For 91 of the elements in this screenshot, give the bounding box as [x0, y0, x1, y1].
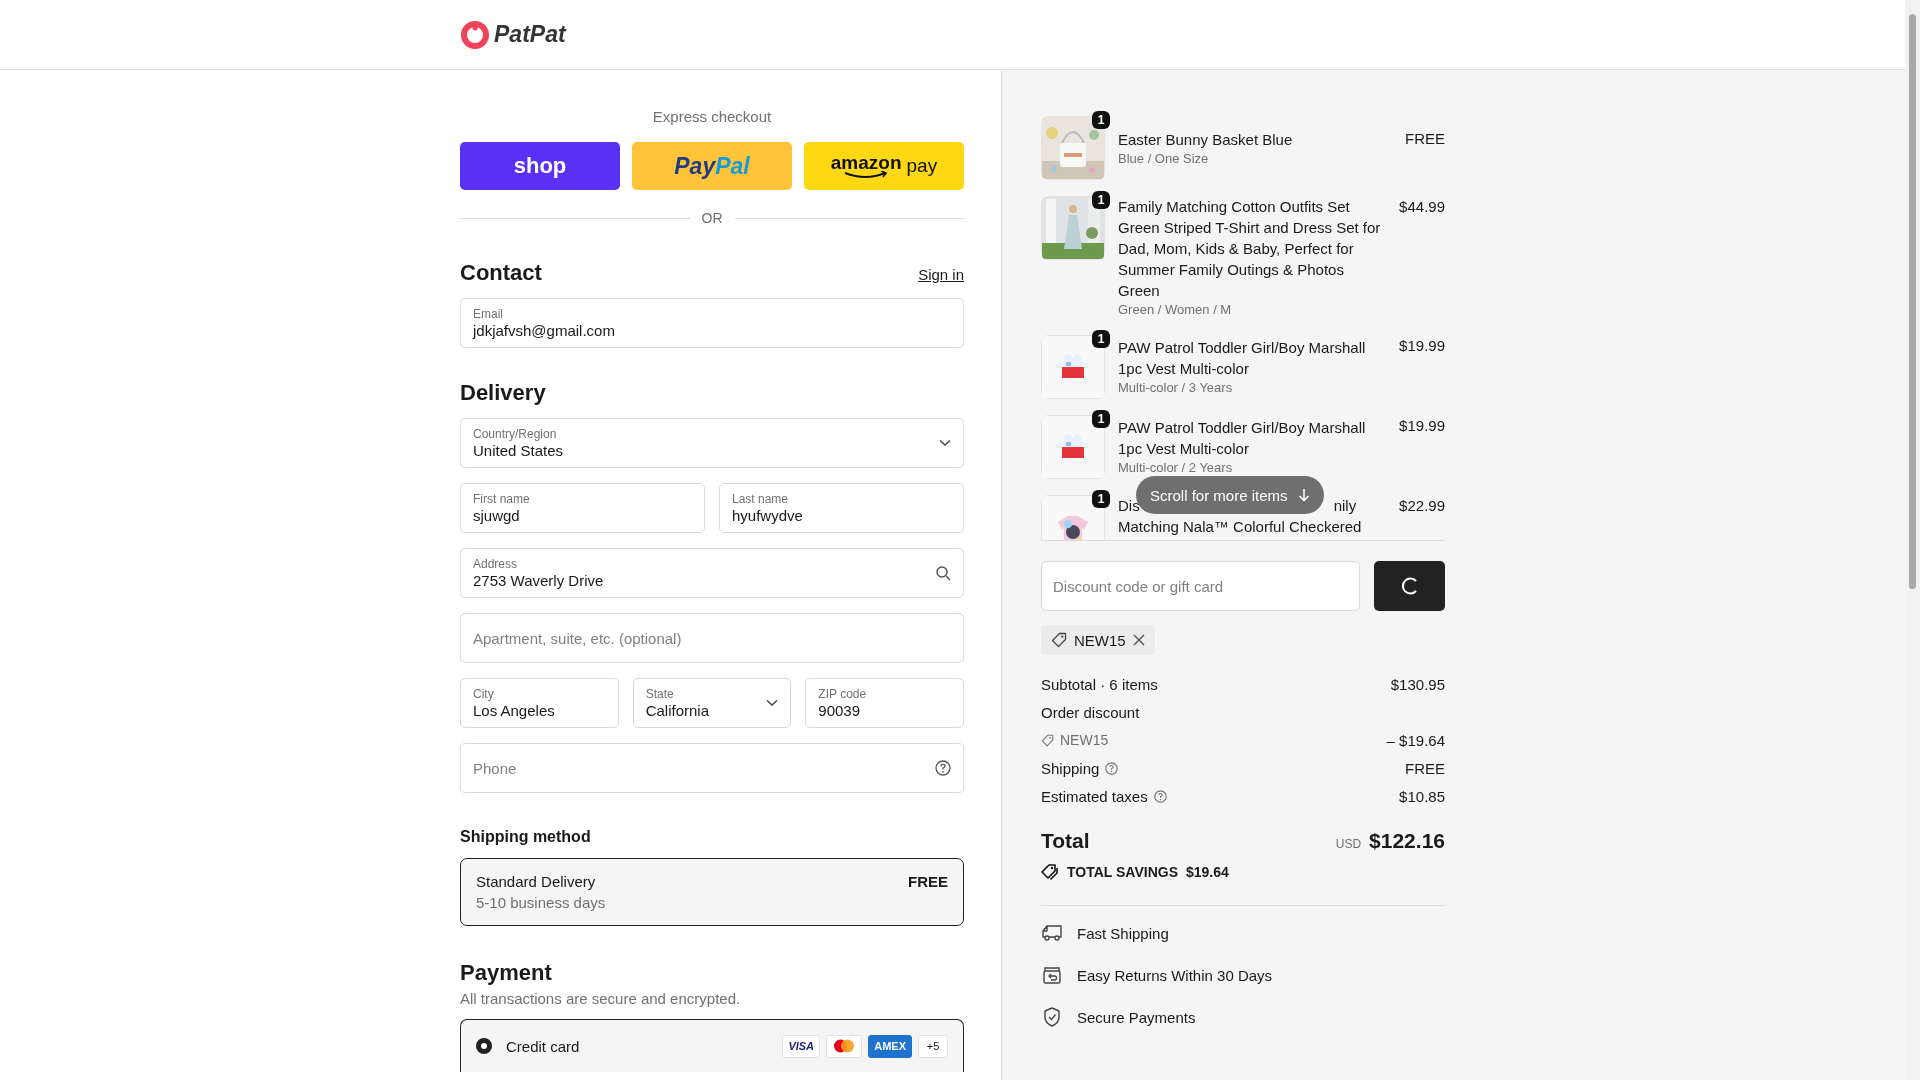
- arrow-icon: [843, 171, 890, 179]
- product-price: $44.99: [1398, 197, 1445, 217]
- product-variant: Multi-color / 3 Years: [1118, 379, 1234, 397]
- select-field[interactable]: Country/Region United States: [460, 418, 964, 468]
- quantity-badge: 1: [1092, 111, 1110, 129]
- section-title: Payment: [460, 960, 553, 986]
- feature-label: Fast Shipping: [1077, 924, 1169, 942]
- input-field[interactable]: Last name hyufwydve: [719, 483, 964, 533]
- summary-value: – $19.64: [1386, 731, 1445, 749]
- tag-icon: [1051, 632, 1067, 648]
- logo-text[interactable]: PatPat: [494, 21, 566, 48]
- shipping-price: FREE: [908, 873, 948, 890]
- quantity-badge: 1: [1092, 191, 1110, 209]
- express-checkout-title: Express checkout: [651, 108, 773, 125]
- input-field[interactable]: City Los Angeles: [460, 678, 619, 728]
- product-title: Family Matching Cotton Outfits Set Green Striped T-Shirt and Dress Set for Dad, Mom, Kids & Baby, Perfect for Summer Family Outings & Photos Green: [1118, 197, 1382, 301]
- help-icon: [1105, 761, 1119, 775]
- savings-label: TOTAL SAVINGS: [1067, 864, 1178, 880]
- quantity-badge: 1: [1092, 490, 1110, 508]
- input-field[interactable]: Address 2753 Waverly Drive: [460, 548, 964, 598]
- logo-icon: [460, 19, 490, 50]
- discount-code: NEW15: [1074, 631, 1126, 649]
- product-price: $22.99: [1398, 496, 1445, 516]
- summary-label: Estimated taxes: [1041, 787, 1148, 805]
- amazon-pay-button[interactable]: amazon pay: [804, 142, 964, 190]
- product-title: Matching Nala™ Colorful Checkered: [1118, 517, 1363, 537]
- summary-value: $130.95: [1390, 675, 1445, 693]
- arrow-down-icon: [1297, 488, 1310, 502]
- savings-amount: $19.64: [1186, 864, 1229, 880]
- select-field[interactable]: State California: [632, 678, 792, 728]
- quantity-badge: 1: [1092, 330, 1110, 348]
- sign-in-link[interactable]: Sign in: [918, 266, 964, 283]
- summary-value: FREE: [1405, 759, 1445, 777]
- or-separator: OR: [701, 210, 723, 226]
- shipping-option[interactable]: Standard Delivery 5-10 business days FREE: [460, 858, 964, 926]
- chevron-down-icon: [766, 699, 779, 707]
- amex-logo: AMEX: [868, 1034, 912, 1058]
- truck-icon: [1041, 924, 1063, 942]
- product-title: Easter Bunny Basket Blue: [1118, 129, 1294, 150]
- total-amount: $122.16: [1369, 829, 1445, 853]
- input-field[interactable]: First name sjuwgd: [460, 483, 705, 533]
- shipping-detail: 5-10 business days: [476, 894, 606, 911]
- chevron-down-icon: [939, 439, 951, 447]
- visa-logo: VISA: [782, 1034, 821, 1058]
- product-variant: Blue / One Size: [1118, 149, 1210, 168]
- payment-option[interactable]: Credit card VISA AMEX +5: [460, 1019, 964, 1072]
- product-price: $19.99: [1398, 416, 1445, 436]
- summary-label: Order discount: [1041, 703, 1140, 721]
- more-cards-badge: +5: [918, 1034, 948, 1058]
- input-field[interactable]: Phone: [460, 743, 964, 793]
- apply-button[interactable]: [1374, 561, 1445, 611]
- shop-pay-button[interactable]: shop: [460, 142, 620, 190]
- return-box-icon: [1041, 966, 1063, 984]
- close-icon[interactable]: [1132, 634, 1145, 646]
- product-title: PAW Patrol Toddler Girl/Boy Marshall 1pc Vest Multi-color: [1118, 338, 1367, 379]
- feature-label: Secure Payments: [1077, 1008, 1196, 1026]
- section-title: Delivery: [460, 380, 547, 406]
- paypal-button[interactable]: PayPal: [632, 142, 792, 190]
- search-icon: [935, 565, 951, 581]
- currency-code: USD: [1335, 837, 1362, 851]
- payment-subtitle: All transactions are secure and encrypted.: [460, 990, 742, 1007]
- product-title: nily: [1333, 496, 1357, 516]
- tags-icon: [1041, 863, 1059, 881]
- discount-code: NEW15: [1060, 732, 1109, 748]
- discount-code-field[interactable]: Discount code or gift card: [1041, 561, 1360, 611]
- card-logo: [826, 1034, 863, 1058]
- feature-label: Easy Returns Within 30 Days: [1077, 966, 1273, 984]
- product-variant: Multi-color / 2 Years: [1118, 459, 1234, 477]
- total-label: Total: [1041, 829, 1090, 853]
- shipping-name: Standard Delivery: [476, 873, 597, 890]
- product-price: FREE: [1404, 129, 1445, 149]
- product-variant: Green / Women / M: [1118, 301, 1233, 319]
- product-price: $19.99: [1398, 336, 1445, 356]
- input-field[interactable]: ZIP code 90039: [805, 678, 964, 728]
- section-title: Shipping method: [460, 828, 592, 846]
- help-icon: [1153, 789, 1167, 803]
- radio-button[interactable]: [476, 1038, 492, 1054]
- shield-check-icon: [1041, 1007, 1063, 1027]
- input-field[interactable]: Apartment, suite, etc. (optional): [460, 613, 964, 663]
- help-icon: [935, 760, 951, 776]
- product-title: PAW Patrol Toddler Girl/Boy Marshall 1pc Vest Multi-color: [1118, 418, 1367, 459]
- summary-label: Subtotal · 6 items: [1041, 675, 1158, 693]
- quantity-badge: 1: [1092, 410, 1110, 428]
- spinner-icon: [1399, 576, 1420, 596]
- section-title: Contact: [460, 260, 542, 286]
- email-field[interactable]: Email jdkjafvsh@gmail.com: [460, 298, 964, 348]
- payment-label: Credit card: [506, 1037, 581, 1055]
- summary-label: Shipping: [1041, 759, 1100, 777]
- scrollbar[interactable]: [1905, 0, 1920, 1080]
- summary-value: $10.85: [1399, 787, 1445, 805]
- tag-icon: [1041, 733, 1054, 747]
